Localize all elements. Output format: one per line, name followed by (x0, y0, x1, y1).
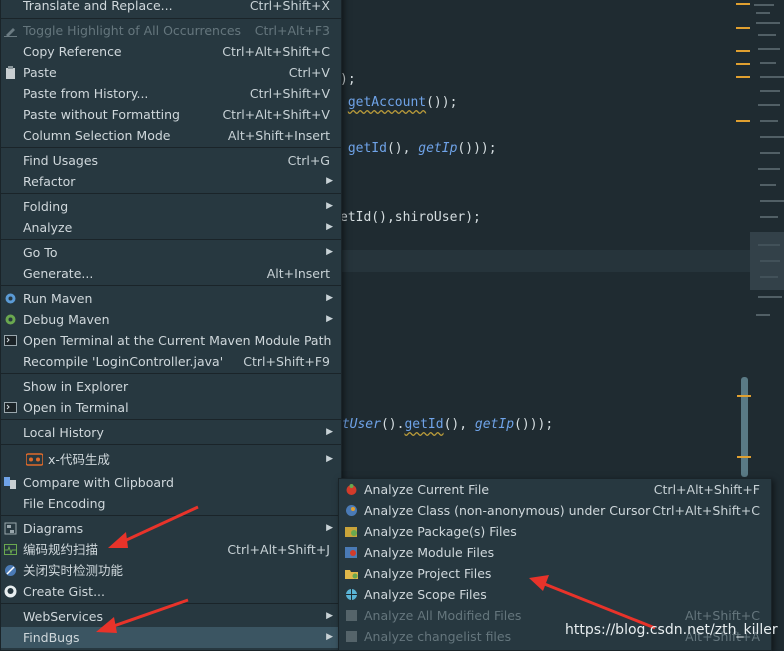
arrow-to-code-scan (108, 505, 199, 548)
watermark: https://blog.csdn.net/zth_killer (565, 622, 778, 638)
arrow-to-findbugs (96, 598, 189, 633)
arrow-to-project-files (529, 575, 656, 630)
annotation-arrows (96, 505, 656, 633)
